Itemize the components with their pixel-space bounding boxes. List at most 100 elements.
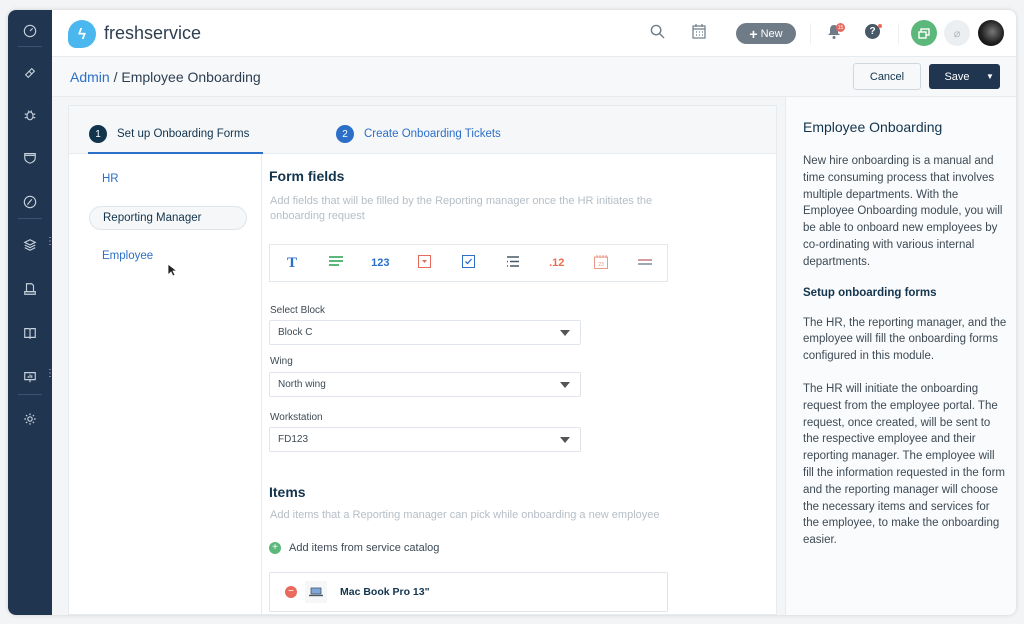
add-items-button[interactable]: + Add items from service catalog bbox=[269, 542, 439, 554]
help-paragraph: The HR will initiate the onboarding requ… bbox=[803, 382, 1005, 547]
sidebar-item-problems[interactable] bbox=[8, 100, 52, 130]
divider-field-icon[interactable] bbox=[623, 257, 667, 269]
number-field-icon[interactable]: 123 bbox=[358, 257, 402, 269]
top-bar: ϟ freshservice + New 15 ? ⌀ bbox=[52, 10, 1016, 57]
chevron-down-icon bbox=[560, 382, 570, 388]
tab-setup-forms[interactable]: 1 Set up Onboarding Forms bbox=[89, 125, 249, 143]
bolt-icon[interactable]: ϟ bbox=[68, 20, 96, 48]
sidebar-divider bbox=[18, 394, 42, 395]
add-items-label: Add items from service catalog bbox=[289, 542, 440, 554]
search-icon[interactable] bbox=[650, 24, 665, 43]
sidebar-divider bbox=[18, 46, 42, 47]
sidebar-divider bbox=[18, 218, 42, 219]
shield-icon bbox=[24, 153, 36, 164]
multi-choice-field-icon[interactable] bbox=[491, 256, 535, 270]
mouse-cursor-icon bbox=[167, 263, 179, 280]
sidebar-item-admin[interactable] bbox=[8, 404, 52, 434]
layers-icon bbox=[23, 239, 37, 251]
role-item-hr[interactable]: HR bbox=[89, 167, 247, 191]
reports-more-icon[interactable]: ⋮ bbox=[45, 369, 55, 379]
role-nav: HR Reporting Manager Employee bbox=[69, 154, 262, 614]
list-item: − Mac Book Pro 13" bbox=[269, 572, 668, 612]
remove-circle-icon[interactable]: − bbox=[285, 586, 297, 598]
plus-icon: + bbox=[749, 25, 758, 42]
save-button[interactable]: Save ▼ bbox=[929, 64, 1000, 89]
ticket-icon bbox=[24, 67, 36, 79]
items-hint: Add items that a Reporting manager can p… bbox=[270, 509, 660, 521]
sidebar-item-contracts[interactable] bbox=[8, 274, 52, 304]
help-subheading: Setup onboarding forms bbox=[803, 286, 937, 299]
add-circle-icon: + bbox=[269, 542, 281, 554]
text-field-icon[interactable]: T bbox=[270, 255, 314, 272]
role-item-reporting-manager[interactable]: Reporting Manager bbox=[89, 206, 247, 230]
unavailable-status-icon[interactable]: ⌀ bbox=[944, 20, 970, 46]
help-panel: Employee Onboarding New hire onboarding … bbox=[785, 97, 1016, 615]
assets-more-icon[interactable]: ⋮ bbox=[45, 237, 55, 247]
chat-icon[interactable] bbox=[911, 20, 937, 46]
divider bbox=[810, 23, 811, 45]
tab-create-tickets[interactable]: 2 Create Onboarding Tickets bbox=[336, 125, 501, 143]
form-content: Form fields Add fields that will be fill… bbox=[269, 154, 776, 614]
step-number: 2 bbox=[336, 125, 354, 143]
sidebar-item-dashboard[interactable] bbox=[8, 16, 52, 46]
gear-icon bbox=[24, 413, 36, 425]
bug-icon bbox=[24, 110, 36, 121]
steps-tabs: 1 Set up Onboarding Forms 2 Create Onboa… bbox=[69, 106, 776, 154]
items-heading: Items bbox=[269, 484, 306, 500]
form-fields-heading: Form fields bbox=[269, 168, 345, 184]
select-block-label: Select Block bbox=[270, 305, 326, 316]
decimal-field-icon[interactable]: .12 bbox=[535, 257, 579, 269]
help-indicator bbox=[878, 24, 882, 28]
page-header: Admin / Employee Onboarding Cancel Save … bbox=[52, 57, 1016, 97]
dropdown-field-icon[interactable] bbox=[402, 255, 446, 271]
presentation-icon bbox=[24, 372, 36, 383]
sidebar-item-solutions[interactable] bbox=[8, 318, 52, 348]
step-label: Create Onboarding Tickets bbox=[364, 128, 501, 140]
svg-text:23: 23 bbox=[598, 262, 604, 268]
sidebar-item-changes[interactable] bbox=[8, 143, 52, 173]
calendar-icon[interactable] bbox=[692, 24, 706, 43]
sidebar: ⋮ ⋮ bbox=[8, 10, 55, 615]
wing-dropdown[interactable]: North wing bbox=[269, 372, 581, 397]
checkbox-field-icon[interactable] bbox=[446, 255, 490, 271]
sidebar-item-releases[interactable] bbox=[8, 187, 52, 217]
new-button-label: New bbox=[760, 27, 783, 40]
help-intro: New hire onboarding is a manual and time… bbox=[803, 155, 1003, 268]
select-block-value: Block C bbox=[278, 327, 313, 338]
select-block-dropdown[interactable]: Block C bbox=[269, 320, 581, 345]
speedometer-icon bbox=[23, 24, 37, 38]
wing-label: Wing bbox=[270, 356, 293, 367]
page-title: Employee Onboarding bbox=[121, 69, 261, 85]
new-button[interactable]: + New bbox=[736, 23, 796, 44]
step-label: Set up Onboarding Forms bbox=[117, 128, 250, 140]
book-icon bbox=[24, 328, 36, 340]
help-paragraph: The HR, the reporting manager, and the e… bbox=[803, 316, 1007, 363]
divider bbox=[898, 23, 899, 45]
cancel-button[interactable]: Cancel bbox=[853, 63, 921, 90]
wing-value: North wing bbox=[278, 379, 326, 390]
workstation-label: Workstation bbox=[270, 412, 323, 423]
onboarding-card: 1 Set up Onboarding Forms 2 Create Onboa… bbox=[68, 105, 777, 615]
brand-name: freshservice bbox=[104, 23, 202, 43]
main-area: 1 Set up Onboarding Forms 2 Create Onboa… bbox=[52, 97, 785, 615]
form-fields-hint: Add fields that will be filled by the Re… bbox=[270, 195, 653, 222]
breadcrumb-admin-link[interactable]: Admin bbox=[70, 69, 110, 85]
step-number: 1 bbox=[89, 125, 107, 143]
breadcrumb: Admin / Employee Onboarding bbox=[70, 69, 261, 85]
chevron-down-icon bbox=[560, 437, 570, 443]
document-icon bbox=[24, 283, 36, 295]
notification-badge: 15 bbox=[836, 23, 845, 32]
breadcrumb-separator: / bbox=[113, 69, 118, 85]
sidebar-item-tickets[interactable] bbox=[8, 58, 52, 88]
save-options-caret-icon[interactable]: ▼ bbox=[986, 72, 994, 81]
avatar[interactable] bbox=[978, 20, 1004, 46]
app-window: ⋮ ⋮ ϟ freshservice + New 15 ? ⌀ Admin / … bbox=[8, 10, 1016, 615]
paragraph-field-icon[interactable] bbox=[314, 255, 358, 271]
field-palette: T 123 .12 23 bbox=[269, 244, 668, 282]
workstation-dropdown[interactable]: FD123 bbox=[269, 427, 581, 452]
save-button-label: Save bbox=[944, 70, 970, 83]
date-field-icon[interactable]: 23 bbox=[579, 254, 623, 272]
workstation-value: FD123 bbox=[278, 434, 309, 445]
laptop-icon bbox=[305, 581, 327, 603]
help-title: Employee Onboarding bbox=[803, 119, 943, 135]
